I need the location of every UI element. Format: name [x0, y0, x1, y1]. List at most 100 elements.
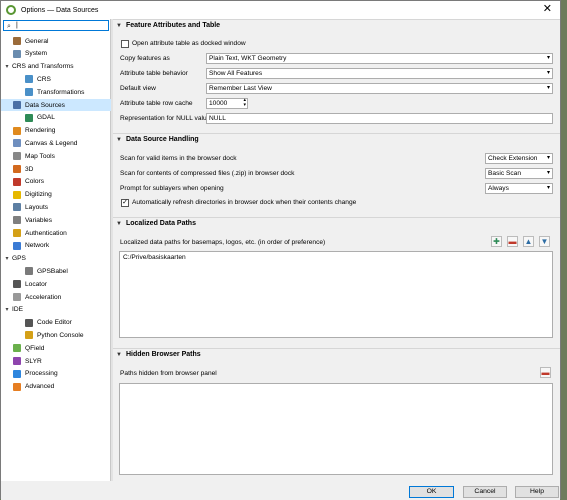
remove-path-icon[interactable]: ▬	[507, 236, 518, 247]
auto-refresh-checkbox[interactable]: ✓	[121, 199, 129, 207]
search-input[interactable]: ⌕ |	[3, 20, 109, 31]
behavior-combo[interactable]: Show All Features ▾	[206, 68, 553, 79]
sidebar-item-authentication[interactable]: Authentication	[1, 227, 67, 239]
ok-button[interactable]: OK	[409, 486, 454, 498]
qfield-icon	[13, 344, 21, 353]
localized-paths-list[interactable]: C:/Prive/basiskaarten	[119, 251, 553, 338]
sidebar-item-digitizing[interactable]: Digitizing	[1, 189, 52, 201]
hidden-section-title: Hidden Browser Paths	[125, 351, 201, 358]
spin-arrows-icon[interactable]: ▴ ▾	[243, 98, 246, 108]
sidebar-item-layouts[interactable]: Layouts	[1, 201, 48, 213]
sidebar-item-label: Variables	[25, 216, 52, 224]
sidebar-item-slyr[interactable]: SLYR	[1, 355, 42, 367]
canvas-icon	[13, 139, 21, 148]
view-label: Default view	[120, 85, 156, 92]
add-path-icon[interactable]: ✚	[491, 236, 502, 247]
remove-hidden-path-icon[interactable]: ▬	[540, 367, 551, 378]
sidebar-item-label: Rendering	[25, 127, 56, 135]
expand-caret-icon[interactable]: ▾	[3, 306, 11, 313]
sidebar-item-label: SLYR	[25, 357, 42, 365]
processing-icon	[13, 369, 21, 378]
sidebar-item-label: CRS	[37, 75, 51, 83]
acceleration-icon	[13, 293, 21, 301]
row-cache-spinbox[interactable]: 10000 ▴ ▾	[206, 98, 248, 109]
zip-scan-value: Basic Scan	[488, 170, 521, 177]
sidebar-item-advanced[interactable]: Advanced	[1, 381, 54, 393]
system-icon	[13, 49, 21, 58]
move-up-icon[interactable]: ▲	[523, 236, 534, 247]
sidebar-item-label: IDE	[12, 306, 23, 314]
row-cache-value: 10000	[209, 100, 228, 107]
sidebar-item-canvas-legend[interactable]: Canvas & Legend	[1, 137, 77, 149]
warning-icon	[13, 382, 21, 391]
sidebar-item-transformations[interactable]: Transformations	[1, 86, 84, 98]
sidebar-item-crs[interactable]: CRS	[1, 73, 51, 85]
sidebar-item-code-editor[interactable]: Code Editor	[1, 317, 72, 329]
sidebar-item-map-tools[interactable]: Map Tools	[1, 150, 55, 162]
sidebar-item-label: Digitizing	[25, 191, 52, 199]
copy-features-combo[interactable]: Plain Text, WKT Geometry ▾	[206, 53, 553, 64]
sidebar-item-ide[interactable]: ▾ IDE	[1, 304, 23, 316]
behavior-label: Attribute table behavior	[120, 70, 188, 77]
sidebar-item-label: 3D	[25, 165, 34, 173]
sidebar-item-label: Transformations	[37, 88, 85, 96]
variables-icon	[13, 216, 21, 225]
sidebar-item-label: GDAL	[37, 114, 55, 122]
sidebar-item-general[interactable]: General	[1, 35, 48, 47]
localized-section-header[interactable]: ▼ Localized Data Paths	[113, 217, 560, 229]
prompt-sublayers-combo[interactable]: Always ▾	[485, 183, 553, 194]
sidebar-item-label: Advanced	[25, 383, 55, 391]
search-icon: ⌕	[7, 23, 11, 30]
sidebar-item-label: QField	[25, 344, 45, 352]
sidebar-item-label: Code Editor	[37, 319, 72, 327]
dock-checkbox[interactable]	[121, 40, 129, 48]
sidebar-item-colors[interactable]: Colors	[1, 176, 44, 188]
sidebar-item-gps[interactable]: ▾ GPS	[1, 253, 26, 265]
expand-caret-icon[interactable]: ▾	[3, 255, 11, 262]
expand-caret-icon[interactable]: ▾	[3, 63, 11, 70]
sidebar-item-gpsbabel[interactable]: GPSBabel	[1, 265, 68, 277]
feature-section-header[interactable]: ▼ Feature Attributes and Table	[113, 19, 560, 31]
gps-icon	[25, 267, 33, 276]
cache-label: Attribute table row cache	[120, 100, 193, 107]
sidebar-item-crs-and-transforms[interactable]: ▾ CRS and Transforms	[1, 61, 74, 73]
null-representation-input[interactable]: NULL	[206, 113, 553, 124]
move-down-icon[interactable]: ▼	[539, 236, 550, 247]
sidebar-item-label: CRS and Transforms	[12, 63, 74, 71]
cancel-button[interactable]: Cancel	[463, 486, 507, 498]
help-button[interactable]: Help	[515, 486, 559, 498]
sidebar-item-rendering[interactable]: Rendering	[1, 125, 55, 137]
hidden-section-header[interactable]: ▼ Hidden Browser Paths	[113, 348, 560, 360]
zip-scan-combo[interactable]: Basic Scan ▾	[485, 168, 553, 179]
gdal-icon	[25, 113, 33, 122]
sidebar-item-gdal[interactable]: GDAL	[1, 112, 55, 124]
hidden-paths-list[interactable]	[119, 383, 553, 475]
sidebar-item-acceleration[interactable]: Acceleration	[1, 291, 61, 303]
chevron-down-icon: ▾	[546, 185, 550, 191]
scan-items-combo[interactable]: Check Extension ▾	[485, 153, 553, 164]
handling-section-header[interactable]: ▼ Data Source Handling	[113, 133, 560, 145]
default-view-combo[interactable]: Remember Last View ▾	[206, 83, 553, 94]
sidebar-item-label: Data Sources	[25, 101, 65, 109]
sidebar-item-system[interactable]: System	[1, 48, 47, 60]
search-value: |	[16, 22, 18, 29]
sidebar-item-network[interactable]: Network	[1, 240, 49, 252]
sidebar-item-python-console[interactable]: Python Console	[1, 329, 84, 341]
sidebar-item-qfield[interactable]: QField	[1, 342, 44, 354]
localized-section-title: Localized Data Paths	[125, 220, 196, 227]
localized-desc: Localized data paths for basemaps, logos…	[120, 239, 326, 246]
wrench-icon	[13, 37, 21, 45]
sidebar-item-variables[interactable]: Variables	[1, 214, 52, 226]
options-window: Options — Data Sources ✕ ⌕ | General Syst…	[0, 0, 561, 500]
network-icon	[13, 241, 21, 250]
sidebar-item-label: GPS	[12, 255, 26, 263]
sidebar-item-label: Canvas & Legend	[25, 139, 78, 147]
close-icon[interactable]: ✕	[543, 4, 552, 15]
sidebar-item-processing[interactable]: Processing	[1, 368, 58, 380]
sidebar-item-3d[interactable]: 3D	[1, 163, 33, 175]
sidebar-item-data-sources[interactable]: Data Sources	[1, 99, 111, 111]
sidebar-item-locator[interactable]: Locator	[1, 278, 47, 290]
collapse-arrow-icon: ▼	[116, 351, 122, 358]
lock-icon	[13, 229, 21, 237]
list-item[interactable]: C:/Prive/basiskaarten	[123, 254, 186, 261]
